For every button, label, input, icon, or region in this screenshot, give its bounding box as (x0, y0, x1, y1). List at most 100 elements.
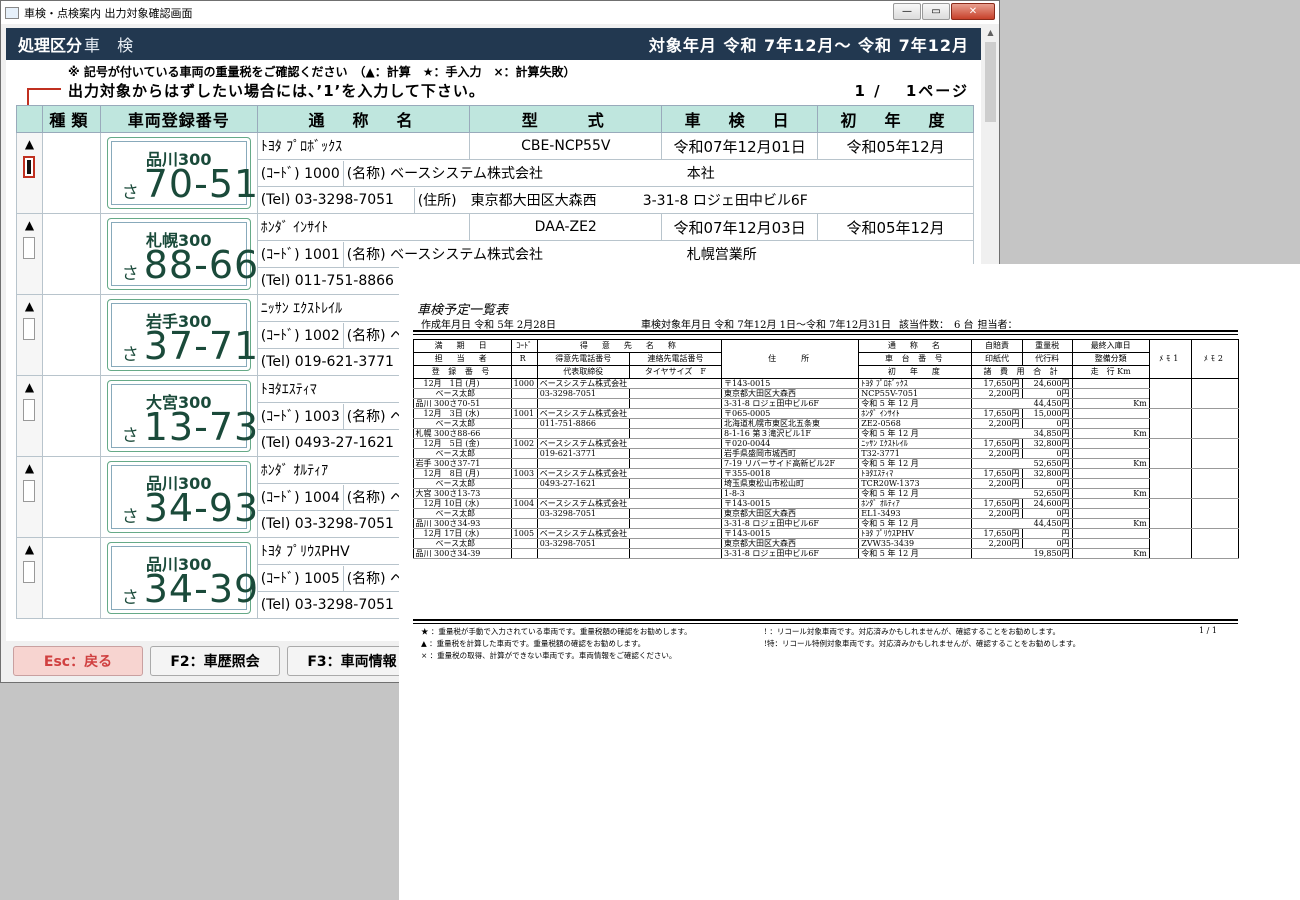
maximize-button[interactable]: ▭ (922, 3, 950, 20)
report-tel: 03-3298-7051 (536, 508, 630, 519)
plate-cell: 品川300 さ 34-93 (99, 456, 260, 538)
row-check-cell: ▲ (16, 294, 43, 376)
report-code: 1004 (510, 498, 538, 509)
report-code: 1001 (510, 408, 538, 419)
report-tel: 03-3298-7051 (536, 538, 630, 549)
plate-number: 34-93 (143, 486, 260, 530)
report-stamp: 2,200円 (971, 388, 1023, 399)
exclude-input[interactable] (23, 480, 36, 502)
rh-km: 走 行 Km (1071, 365, 1150, 379)
report-maint (1071, 478, 1150, 489)
report-staff: ベース太郎 (412, 478, 512, 489)
weight-tax-mark: ▲ (24, 299, 35, 313)
report-last-entry (1071, 378, 1150, 389)
close-button[interactable]: ✕ (951, 3, 995, 20)
report-row-3: 品川 300さ34-39 3-31-8 ロジェ田中ビル6F 令和 5 年 12 … (412, 548, 1239, 559)
rh-memo1: ﾒﾓ1 (1148, 339, 1192, 379)
esc-back-button[interactable]: Esc：戻る (13, 646, 143, 676)
scroll-up-icon[interactable]: ▲ (983, 28, 998, 42)
report-contact-tel (628, 448, 723, 459)
report-km: Km (1071, 428, 1150, 439)
exclude-input[interactable] (23, 237, 36, 259)
report-tel: 011-751-8866 (536, 418, 630, 429)
exclude-input[interactable] (23, 156, 36, 178)
report-head-row1: 満 期 日 ｺｰﾄﾞ 得 意 先 名 称 住 所 通 称 名 自賠責 重量税 最… (412, 339, 1240, 379)
plate-kana: さ (121, 426, 139, 446)
footnote-recall: ! ：リコール対象車両です。対応済みかもしれませんが、確認することをお勧めします… (764, 627, 1061, 636)
report-agency: 0円 (1021, 418, 1073, 429)
rh-code: ｺｰﾄﾞ (510, 339, 538, 353)
report-representative (536, 548, 630, 559)
report-weight-tax: 24,600円 (1021, 498, 1073, 509)
minimize-button[interactable]: — (893, 3, 921, 20)
report-km: Km (1071, 398, 1150, 409)
report-contact-tel (628, 478, 723, 489)
report-memo1 (1148, 378, 1192, 409)
report-rule-top2 (413, 334, 1238, 335)
report-target: 車検対象年月日 令和 7年12月 1日～令和 7年12月31日 (641, 320, 891, 331)
f2-history-button[interactable]: F2：車歴照会 (150, 646, 280, 676)
report-customer: ベースシステム株式会社 (536, 468, 723, 479)
vehicle-row: ▲ 札幌300 さ 88-66 ﾎﾝﾀﾞ ｲﾝｻｲﾄ DAA-ZE2 令和07年… (16, 213, 974, 295)
report-memo2 (1190, 498, 1240, 529)
report-addr1: 埼玉県東松山市松山町 (721, 478, 860, 489)
report-code: 1000 (510, 378, 538, 389)
report-plate: 品川 300さ34-39 (412, 548, 512, 559)
report-customer: ベースシステム株式会社 (536, 528, 723, 539)
report-stamp: 2,200円 (971, 508, 1023, 519)
customer-code: (ｺｰﾄﾞ) 1004 (260, 490, 340, 506)
report-addr1: 東京都大田区大森西 (721, 538, 860, 549)
report-row-3: 品川 300さ70-51 3-31-8 ロジェ田中ビル6F 令和 5 年 12 … (412, 398, 1239, 409)
report-agency: 0円 (1021, 508, 1073, 519)
report-blank (510, 488, 538, 499)
report-maint (1071, 418, 1150, 429)
report-tel: 03-3298-7051 (536, 388, 630, 399)
customer-address: (住所) 東京都大田区大森西 (417, 193, 597, 209)
row-check-cell: ▲ (16, 537, 43, 619)
report-code: 1005 (510, 528, 538, 539)
exclude-input[interactable] (23, 561, 36, 583)
report-due-date: 12月 10日 (水) (412, 498, 512, 509)
report-agency: 0円 (1021, 388, 1073, 399)
report-staff: ベース太郎 (412, 448, 512, 459)
report-agency: 0円 (1021, 478, 1073, 489)
report-blank (510, 398, 538, 409)
footnote-cross: × ：重量税の取得、計算ができない車両です。車両情報をご確認ください。 (421, 651, 677, 660)
report-agency: 0円 (1021, 448, 1073, 459)
report-zip: 〒355-0018 (721, 468, 860, 479)
scroll-thumb[interactable] (985, 42, 996, 122)
report-weight-tax: 円 (1021, 528, 1073, 539)
report-first-year: 令和 5 年 12 月 (858, 428, 973, 439)
contact-cell: (Tel) 03-3298-7051 (住所) 東京都大田区大森西 3-31-8… (256, 186, 975, 214)
report-memo1 (1148, 408, 1192, 439)
report-page: 1 / 1 (1199, 626, 1217, 635)
customer-company: (名称) ベースシステム株式会社 (346, 247, 543, 263)
exclude-input[interactable] (23, 399, 36, 421)
plate-kana: さ (121, 507, 139, 527)
report-row: ▲ 12月 3日 (水) 1001 ベースシステム株式会社 〒065-0005 … (412, 408, 1240, 439)
col-check (16, 105, 43, 133)
exclude-input[interactable] (23, 318, 36, 340)
weight-tax-mark: ▲ (24, 380, 35, 394)
report-km: Km (1071, 488, 1150, 499)
report-addr2: 3-31-8 ロジェ田中ビル6F (721, 548, 860, 559)
report-jibai: 17,650円 (971, 498, 1023, 509)
weight-tax-mark: ▲ (24, 542, 35, 556)
report-footnotes-right: ! ：リコール対象車両です。対応済みかもしれませんが、確認することをお勧めします… (764, 626, 1080, 650)
report-addr2: 1-8-3 (721, 488, 860, 499)
report-chassis: TCR20W-1373 (858, 478, 973, 489)
f3-vehicle-info-button[interactable]: F3：車両情報 (287, 646, 417, 676)
rh-chassis: 車 台 番 号 (858, 352, 973, 366)
report-row-3: 札幌 300さ88-66 8-1-16 第３滝沢ビル1F 令和 5 年 12 月… (412, 428, 1239, 439)
report-last-entry (1071, 408, 1150, 419)
col-type: 種類 (41, 105, 101, 133)
rh-r: R (510, 352, 538, 366)
vehicle-name: ﾎﾝﾀﾞ ｲﾝｻｲﾄ (256, 213, 471, 241)
report-row-3: 大宮 300さ13-73 1-8-3 令和 5 年 12 月 52,650円 K… (412, 488, 1239, 499)
report-tire (628, 428, 723, 439)
report-addr1: 東京都大田区大森西 (721, 508, 860, 519)
plate-number: 70-51 (143, 162, 260, 206)
report-due-date: 12月 1日 (月) (412, 378, 512, 389)
report-last-entry (1071, 528, 1150, 539)
report-stamp: 2,200円 (971, 448, 1023, 459)
